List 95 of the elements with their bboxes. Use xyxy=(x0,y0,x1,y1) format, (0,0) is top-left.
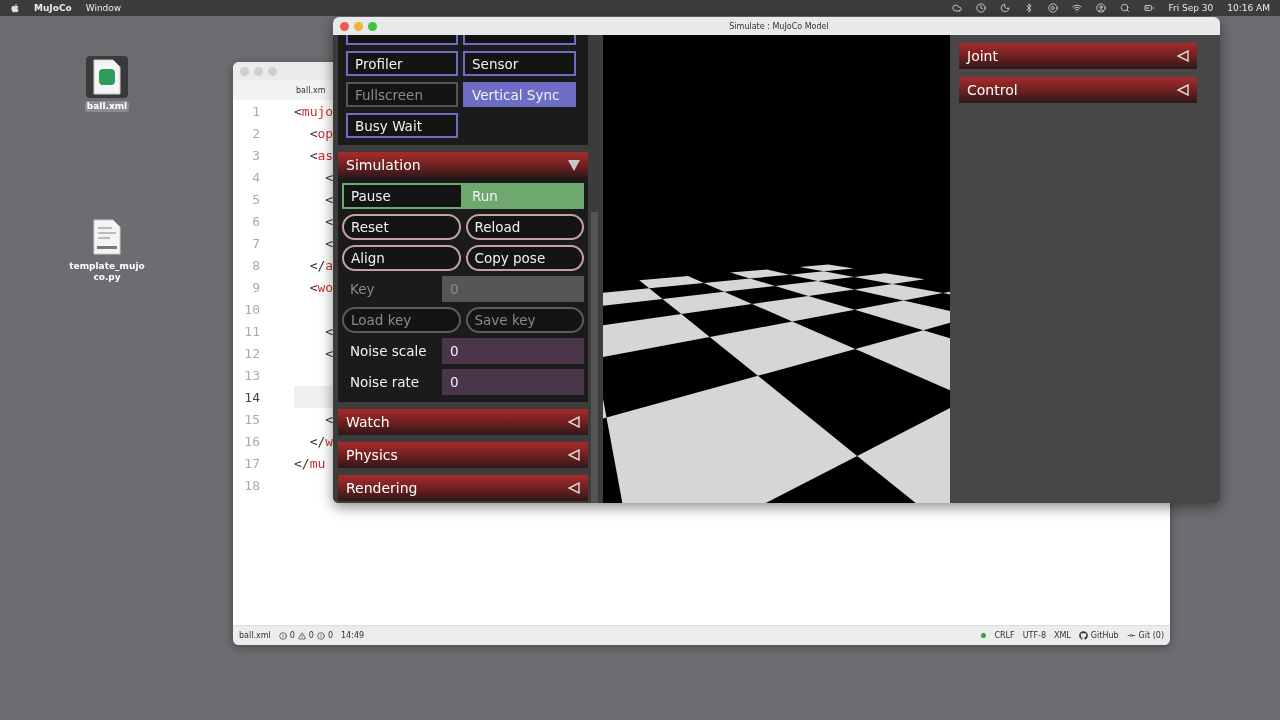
line-number: 14 xyxy=(243,389,260,405)
code-text: <op xyxy=(308,125,334,141)
cursor-position[interactable]: 14:49 xyxy=(341,631,365,640)
language[interactable]: XML xyxy=(1054,631,1071,640)
file-label: template_mujoco.py xyxy=(68,261,146,283)
cloud-icon[interactable] xyxy=(952,3,963,13)
warning-count: 0 xyxy=(308,631,314,640)
code-text: < xyxy=(324,411,334,427)
expand-triangle-icon xyxy=(1177,84,1189,96)
error-icon xyxy=(278,631,287,640)
info-icon xyxy=(316,631,325,640)
line-number: 17 xyxy=(243,455,260,471)
toggle-button[interactable]: Vertical Sync xyxy=(463,82,576,107)
line-number: 6 xyxy=(251,213,260,229)
field-label: Noise scale xyxy=(349,342,428,361)
clock-icon[interactable] xyxy=(976,3,987,13)
code-text: < xyxy=(324,235,334,251)
editor-tab[interactable]: ball.xm xyxy=(296,85,326,95)
code-text: < xyxy=(324,213,334,229)
code-text: </a xyxy=(308,257,334,273)
code-text: < xyxy=(324,345,334,361)
field-label: Key xyxy=(349,280,376,299)
line-number: 3 xyxy=(251,147,260,163)
code-text: < xyxy=(324,323,334,339)
expand-triangle-icon xyxy=(568,449,580,461)
warning-icon xyxy=(297,631,306,640)
file-icon[interactable] xyxy=(86,56,128,98)
line-number: 12 xyxy=(243,345,260,361)
menu-item[interactable]: Window xyxy=(85,3,122,13)
line-number: 10 xyxy=(243,301,260,317)
line-number: 7 xyxy=(251,235,260,251)
github-link[interactable]: GitHub xyxy=(1090,631,1119,640)
user-icon[interactable] xyxy=(1096,3,1107,13)
section-header[interactable]: Watch xyxy=(338,409,588,435)
line-number: 13 xyxy=(243,367,260,383)
line-number: 18 xyxy=(243,477,260,493)
code-text: < xyxy=(324,191,334,207)
github-icon xyxy=(1078,631,1088,640)
line-number: 16 xyxy=(243,433,260,449)
file-label: ball.xml xyxy=(84,101,130,112)
close-button[interactable] xyxy=(340,21,349,31)
status-file[interactable]: ball.xml xyxy=(239,631,271,640)
status-dot xyxy=(981,633,987,638)
encoding[interactable]: UTF-8 xyxy=(1022,631,1046,640)
line-number: 11 xyxy=(243,323,260,339)
code-text: <wo xyxy=(308,279,334,295)
toggle-button[interactable]: Sensor xyxy=(463,51,576,76)
action-button[interactable]: Copy pose xyxy=(465,245,584,271)
wifi-icon[interactable] xyxy=(1072,3,1083,13)
moon-icon[interactable] xyxy=(1000,3,1011,13)
input-field[interactable]: 0 xyxy=(442,338,584,364)
toggle-button[interactable]: Profiler xyxy=(346,51,458,76)
action-button[interactable]: Align xyxy=(342,245,461,271)
expand-triangle-icon xyxy=(1177,50,1189,62)
code-text: < xyxy=(324,169,334,185)
code-text: </mu xyxy=(294,455,326,471)
scrollbar-thumb[interactable] xyxy=(591,212,598,503)
code-text: <mujo xyxy=(294,103,334,119)
section-header[interactable]: Physics xyxy=(338,442,588,468)
git-status[interactable]: Git (0) xyxy=(1138,631,1164,640)
expand-triangle-icon xyxy=(568,416,580,428)
action-button[interactable]: Reload xyxy=(465,214,584,240)
battery-icon[interactable] xyxy=(1144,3,1155,13)
search-icon[interactable] xyxy=(1120,3,1131,13)
collapse-triangle-icon xyxy=(568,159,580,171)
section-header[interactable]: Simulation xyxy=(338,152,588,178)
section-header[interactable]: Rendering xyxy=(338,475,588,501)
app-menu[interactable]: MuJoCo xyxy=(34,3,72,13)
line-number: 9 xyxy=(251,279,260,295)
error-count: 0 xyxy=(289,631,295,640)
expand-triangle-icon xyxy=(568,482,580,494)
window-title: Simulate : MuJoCo Model xyxy=(728,21,830,31)
section-header[interactable]: Joint xyxy=(959,43,1197,69)
line-number: 4 xyxy=(251,169,260,185)
action-button[interactable]: Reset xyxy=(342,214,461,240)
code-text: <as xyxy=(308,147,334,163)
section-header[interactable]: Control xyxy=(959,77,1197,103)
radio-button[interactable]: Pause xyxy=(342,183,463,209)
info-count: 0 xyxy=(327,631,333,640)
menu-time: 10:16 AM xyxy=(1227,3,1270,13)
toggle-button[interactable]: Busy Wait xyxy=(346,113,458,138)
git-commit-icon xyxy=(1126,631,1136,640)
line-number: 1 xyxy=(251,103,260,119)
line-number: 15 xyxy=(243,411,260,427)
play-icon[interactable] xyxy=(1048,3,1059,13)
line-number: 8 xyxy=(251,257,260,273)
bluetooth-icon[interactable] xyxy=(1024,3,1035,13)
menu-date: Fri Sep 30 xyxy=(1168,3,1214,13)
line-number: 5 xyxy=(251,191,260,207)
field-label: Noise rate xyxy=(349,373,421,392)
apple-icon[interactable] xyxy=(10,3,20,13)
line-ending[interactable]: CRLF xyxy=(994,631,1015,640)
input-field[interactable]: 0 xyxy=(442,369,584,395)
line-number: 2 xyxy=(251,125,260,141)
code-text: </w xyxy=(308,433,334,449)
